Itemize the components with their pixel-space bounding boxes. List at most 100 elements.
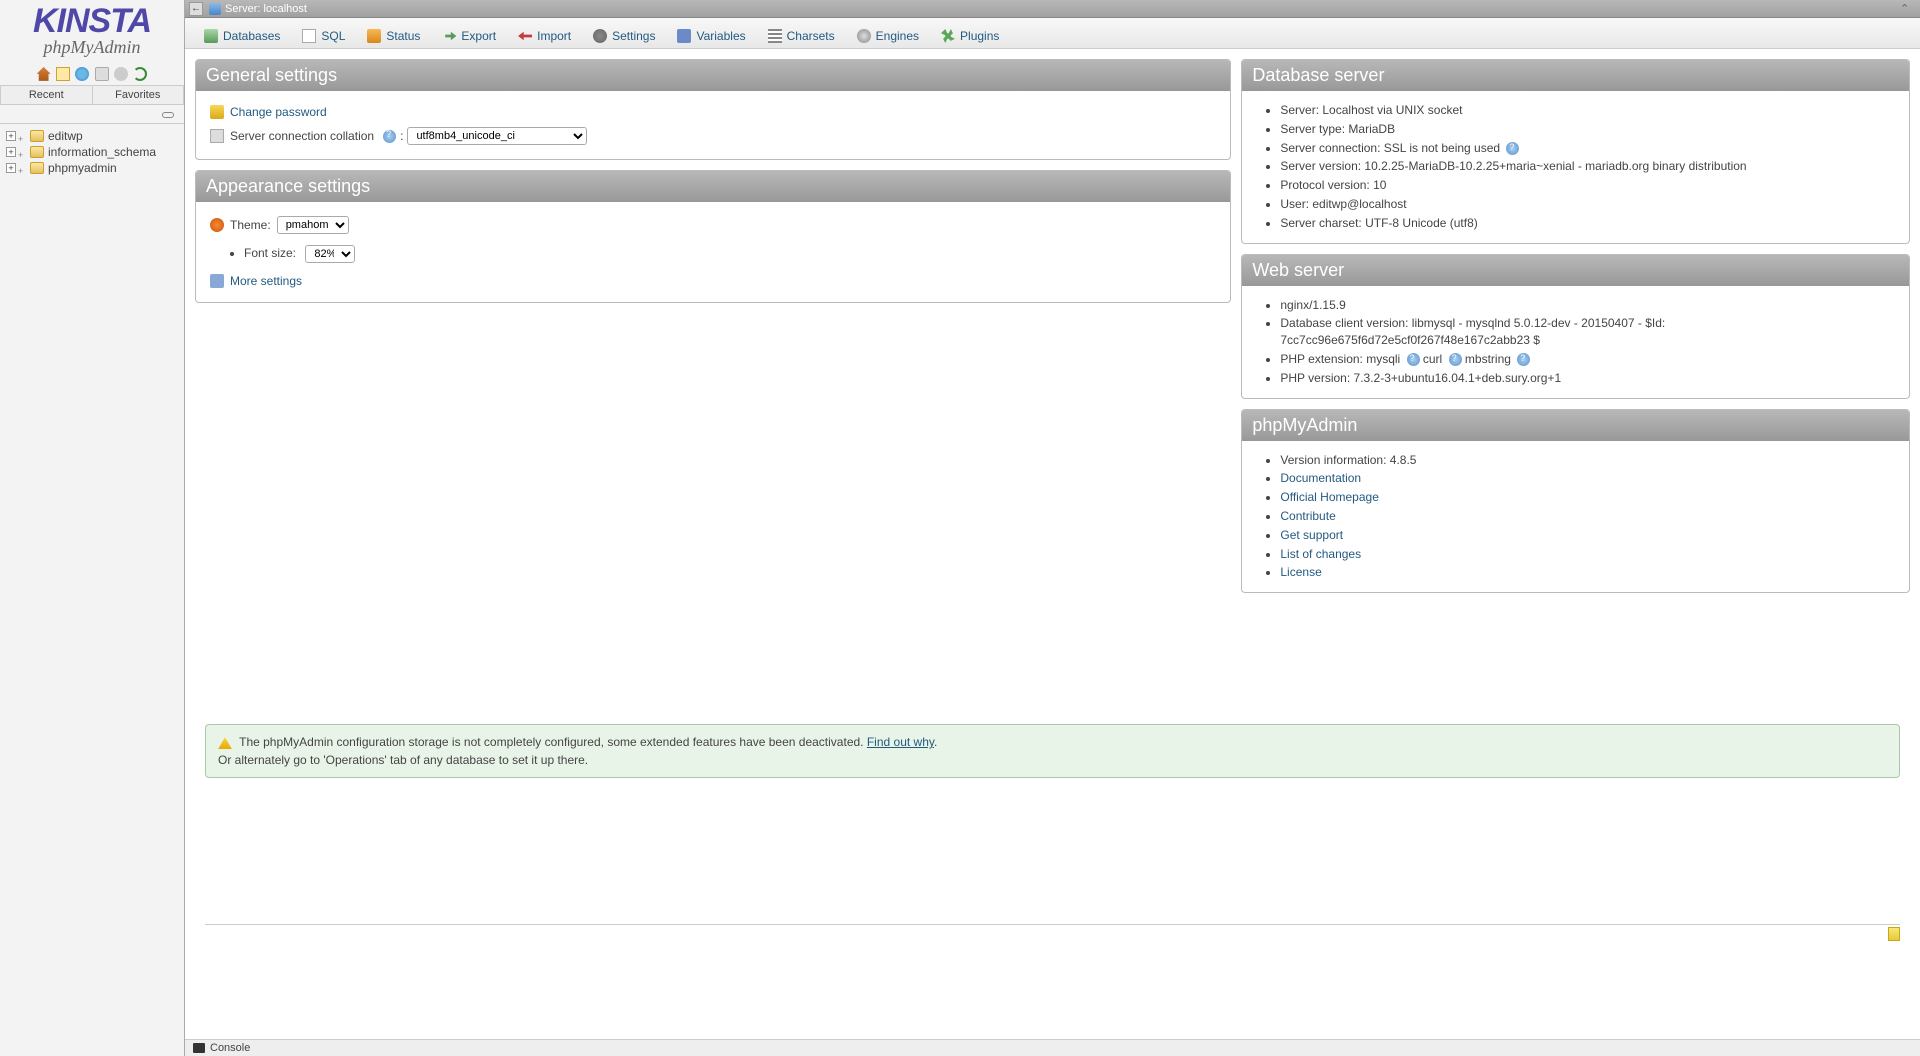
tree-expand-icon[interactable] bbox=[18, 147, 28, 157]
database-tree: + editwp + information_schema + phpmyadm… bbox=[0, 124, 184, 180]
logout-icon[interactable] bbox=[56, 67, 70, 81]
panel-appearance: Appearance settings Theme: pmahomme Font… bbox=[195, 170, 1231, 303]
sidebar: KINSTA phpMyAdmin Recent Favorites + edi… bbox=[0, 0, 185, 1056]
reload-icon[interactable] bbox=[133, 67, 147, 81]
server-icon bbox=[209, 3, 221, 15]
help-icon[interactable] bbox=[1506, 142, 1519, 155]
pma-link-homepage[interactable]: Official Homepage bbox=[1280, 490, 1379, 504]
sidebar-tab-favorites[interactable]: Favorites bbox=[92, 85, 185, 104]
tab-status[interactable]: Status bbox=[356, 23, 431, 48]
font-size-row: Font size: 82% bbox=[244, 244, 1216, 264]
tab-label: Status bbox=[386, 29, 420, 43]
tab-plugins[interactable]: Plugins bbox=[930, 23, 1010, 48]
tree-item-phpmyadmin[interactable]: + phpmyadmin bbox=[2, 160, 182, 176]
tab-engines[interactable]: Engines bbox=[846, 23, 930, 48]
tree-item-infoschema[interactable]: + information_schema bbox=[2, 144, 182, 160]
help-icon[interactable] bbox=[1449, 353, 1462, 366]
info-item: nginx/1.15.9 bbox=[1280, 296, 1895, 315]
notice-text: The phpMyAdmin configuration storage is … bbox=[239, 735, 867, 749]
variables-icon bbox=[677, 29, 691, 43]
info-item: Server: Localhost via UNIX socket bbox=[1280, 101, 1895, 120]
logo-area: KINSTA phpMyAdmin bbox=[0, 0, 184, 62]
tree-toolbar bbox=[0, 105, 184, 124]
tree-toggle-icon[interactable]: + bbox=[6, 163, 16, 173]
database-icon bbox=[30, 130, 44, 142]
theme-select[interactable]: pmahomme bbox=[277, 216, 349, 234]
pma-link-docs[interactable]: Documentation bbox=[1280, 471, 1361, 485]
pma-link-changes[interactable]: List of changes bbox=[1280, 547, 1361, 561]
tree-label: information_schema bbox=[48, 145, 156, 159]
help-icon[interactable] bbox=[75, 67, 89, 81]
console-label: Console bbox=[210, 1042, 250, 1054]
tree-expand-icon[interactable] bbox=[18, 131, 28, 141]
info-item: PHP version: 7.3.2-3+ubuntu16.04.1+deb.s… bbox=[1280, 369, 1895, 388]
help-icon[interactable] bbox=[1517, 353, 1530, 366]
warning-icon bbox=[218, 737, 232, 749]
tab-sql[interactable]: SQL bbox=[291, 23, 356, 48]
database-icon bbox=[30, 162, 44, 174]
wrench-icon bbox=[210, 274, 224, 288]
pma-link-support[interactable]: Get support bbox=[1280, 528, 1343, 542]
sidebar-tab-recent[interactable]: Recent bbox=[0, 85, 92, 104]
charsets-icon bbox=[768, 29, 782, 43]
tab-variables[interactable]: Variables bbox=[666, 23, 756, 48]
panel-title: Web server bbox=[1242, 255, 1909, 286]
collation-select[interactable]: utf8mb4_unicode_ci bbox=[407, 127, 587, 145]
bookmark-icon[interactable] bbox=[1888, 927, 1900, 941]
change-password-link[interactable]: Change password bbox=[230, 105, 327, 119]
brand-logo: KINSTA bbox=[8, 2, 176, 41]
tree-item-editwp[interactable]: + editwp bbox=[2, 128, 182, 144]
divider bbox=[205, 924, 1900, 925]
console-bar[interactable]: Console bbox=[185, 1039, 1920, 1056]
home-icon[interactable] bbox=[37, 67, 51, 81]
tab-export[interactable]: Export bbox=[431, 23, 507, 48]
panel-pma: phpMyAdmin Version information: 4.8.5 Do… bbox=[1241, 409, 1910, 594]
tab-label: Databases bbox=[223, 29, 280, 43]
pma-version: Version information: 4.8.5 bbox=[1280, 451, 1895, 470]
collapse-icon[interactable]: ⌃ bbox=[1900, 2, 1914, 15]
back-button[interactable]: ← bbox=[189, 2, 203, 16]
sql-icon bbox=[302, 29, 316, 43]
more-settings-link[interactable]: More settings bbox=[230, 274, 302, 288]
tree-expand-icon[interactable] bbox=[18, 163, 28, 173]
import-icon bbox=[518, 29, 532, 43]
tree-label: phpmyadmin bbox=[48, 161, 117, 175]
info-item: Server charset: UTF-8 Unicode (utf8) bbox=[1280, 214, 1895, 233]
font-label: Font size: bbox=[244, 246, 296, 260]
find-out-link[interactable]: Find out why bbox=[867, 735, 934, 749]
tree-toggle-icon[interactable]: + bbox=[6, 131, 16, 141]
docs-icon[interactable] bbox=[95, 67, 109, 81]
notice-box: The phpMyAdmin configuration storage is … bbox=[205, 724, 1900, 778]
tab-label: SQL bbox=[321, 29, 345, 43]
tree-label: editwp bbox=[48, 129, 83, 143]
panel-web-server: Web server nginx/1.15.9 Database client … bbox=[1241, 254, 1910, 399]
panel-title: phpMyAdmin bbox=[1242, 410, 1909, 441]
help-icon[interactable] bbox=[383, 130, 396, 143]
link-icon[interactable] bbox=[162, 112, 174, 118]
panel-title: Appearance settings bbox=[196, 171, 1230, 202]
info-item: PHP extension: mysqli curl mbstring bbox=[1280, 350, 1895, 369]
info-item: Server version: 10.2.25-MariaDB-10.2.25+… bbox=[1280, 157, 1895, 176]
theme-label: Theme: bbox=[230, 218, 271, 232]
tab-label: Import bbox=[537, 29, 571, 43]
panel-title: General settings bbox=[196, 60, 1230, 91]
tab-import[interactable]: Import bbox=[507, 23, 582, 48]
info-item: User: editwp@localhost bbox=[1280, 195, 1895, 214]
font-size-select[interactable]: 82% bbox=[305, 245, 355, 263]
tab-charsets[interactable]: Charsets bbox=[757, 23, 846, 48]
tab-label: Charsets bbox=[787, 29, 835, 43]
help-icon[interactable] bbox=[1407, 353, 1420, 366]
tab-databases[interactable]: Databases bbox=[193, 23, 291, 48]
pma-link-contribute[interactable]: Contribute bbox=[1280, 509, 1335, 523]
info-item: Server connection: SSL is not being used bbox=[1280, 139, 1895, 158]
tab-label: Settings bbox=[612, 29, 655, 43]
export-icon bbox=[442, 29, 456, 43]
sidebar-tabs: Recent Favorites bbox=[0, 85, 184, 105]
settings-icon bbox=[593, 29, 607, 43]
tree-toggle-icon[interactable]: + bbox=[6, 147, 16, 157]
pma-link-license[interactable]: License bbox=[1280, 565, 1321, 579]
nav-settings-icon[interactable] bbox=[114, 67, 128, 81]
info-item: Server type: MariaDB bbox=[1280, 120, 1895, 139]
database-icon bbox=[30, 146, 44, 158]
tab-settings[interactable]: Settings bbox=[582, 23, 666, 48]
